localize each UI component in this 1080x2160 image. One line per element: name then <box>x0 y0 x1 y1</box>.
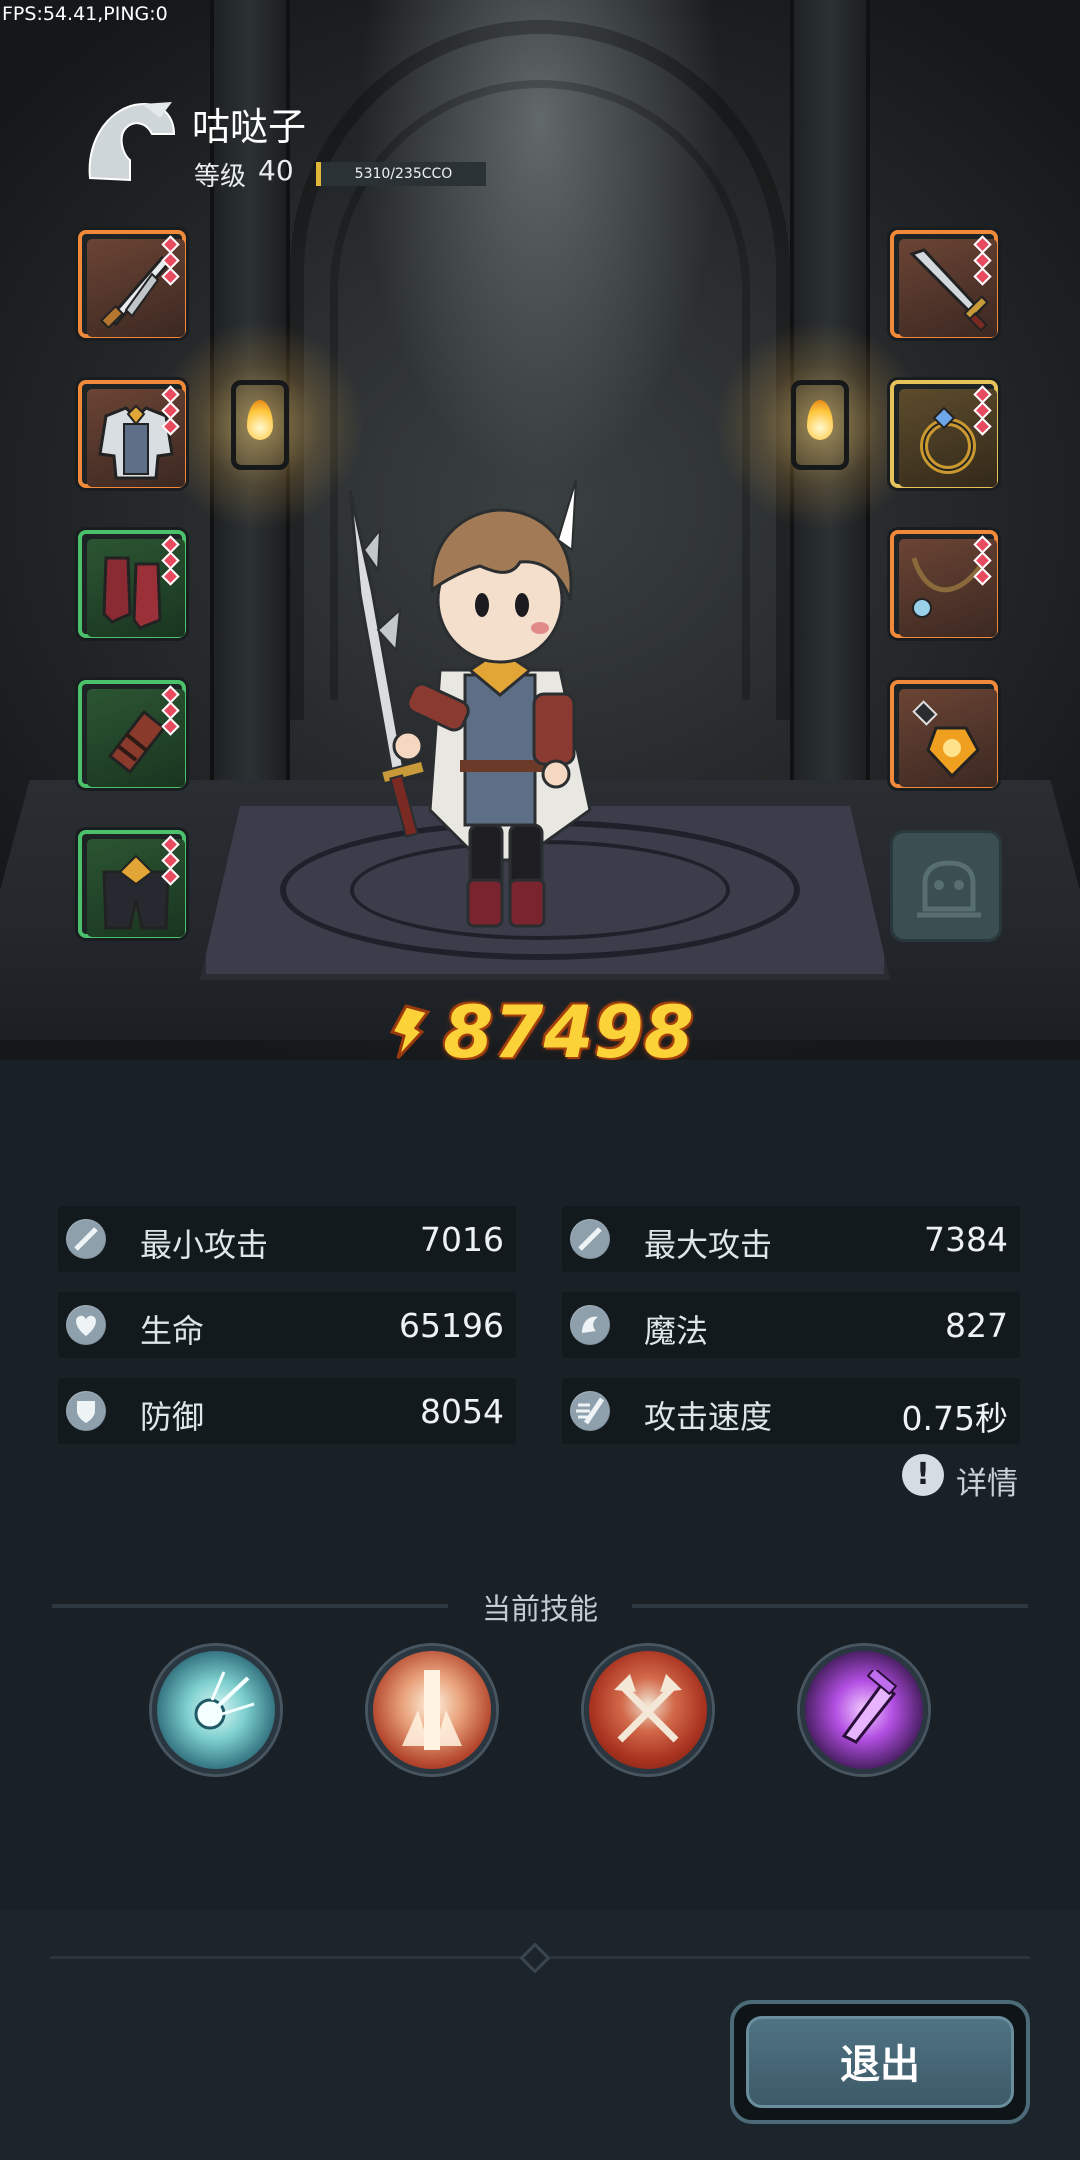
exit-button[interactable]: 退出 <box>730 2000 1030 2124</box>
skill-slot-1[interactable] <box>152 1646 280 1774</box>
magic-icon <box>570 1305 610 1345</box>
stat-max-attack: 最大攻击 7384 <box>562 1206 1020 1272</box>
skill-slot-2[interactable] <box>368 1646 496 1774</box>
speed-icon <box>570 1391 610 1431</box>
helmet-icon <box>88 102 176 182</box>
fps-ping-readout: FPS:54.41,PING:0 <box>2 3 168 25</box>
equip-slot-armor[interactable] <box>78 380 186 488</box>
exclamation-icon: ! <box>902 1454 944 1496</box>
stat-defense: 防御 8054 <box>58 1378 516 1444</box>
wall-lamp-right <box>715 320 925 530</box>
exit-button-label: 退出 <box>840 2042 920 2088</box>
sword-stat-icon <box>66 1219 106 1259</box>
stat-health: 生命 65196 <box>58 1292 516 1358</box>
equip-slot-boots[interactable] <box>78 530 186 638</box>
equip-slot-necklace[interactable] <box>890 530 998 638</box>
xp-progress-text: 5310/235CCO <box>354 166 453 182</box>
shield-icon <box>66 1391 106 1431</box>
power-icon <box>390 1004 431 1060</box>
heart-icon <box>66 1305 106 1345</box>
equip-slot-charm[interactable] <box>890 680 998 788</box>
stat-magic: 魔法 827 <box>562 1292 1020 1358</box>
character-name: 咕哒子 <box>192 105 307 149</box>
skill-slot-3[interactable] <box>584 1646 712 1774</box>
equip-slot-pants[interactable] <box>78 830 186 938</box>
equip-slot-dagger[interactable] <box>78 230 186 338</box>
stat-min-attack: 最小攻击 7016 <box>58 1206 516 1272</box>
xp-progress-bar: 5310/235CCO <box>316 162 486 186</box>
sword-stat-icon <box>570 1219 610 1259</box>
level-label: 等级 <box>194 162 247 192</box>
hero-character <box>348 479 592 928</box>
wall-lamp-left <box>155 320 365 530</box>
skills-title: 当前技能 <box>481 1592 598 1626</box>
equip-slot-sword[interactable] <box>890 230 998 338</box>
details-label: 详情 <box>956 1466 1018 1502</box>
crossed-axes-skill-icon <box>614 1674 682 1743</box>
shadow-strike-skill-icon <box>841 1670 898 1744</box>
skill-slot-4[interactable] <box>800 1646 928 1774</box>
flame-pillar-skill-icon <box>402 1670 462 1750</box>
level-value: 40 <box>258 154 294 187</box>
pet-slot-button[interactable] <box>890 830 1002 942</box>
charm-icon <box>912 700 980 779</box>
light-burst-skill-icon <box>194 1671 255 1730</box>
equip-slot-bracer[interactable] <box>78 680 186 788</box>
pet-icon <box>917 860 981 918</box>
equip-slot-ring[interactable] <box>890 380 998 488</box>
stat-attack-speed: 攻击速度 0.75秒 <box>562 1378 1020 1444</box>
